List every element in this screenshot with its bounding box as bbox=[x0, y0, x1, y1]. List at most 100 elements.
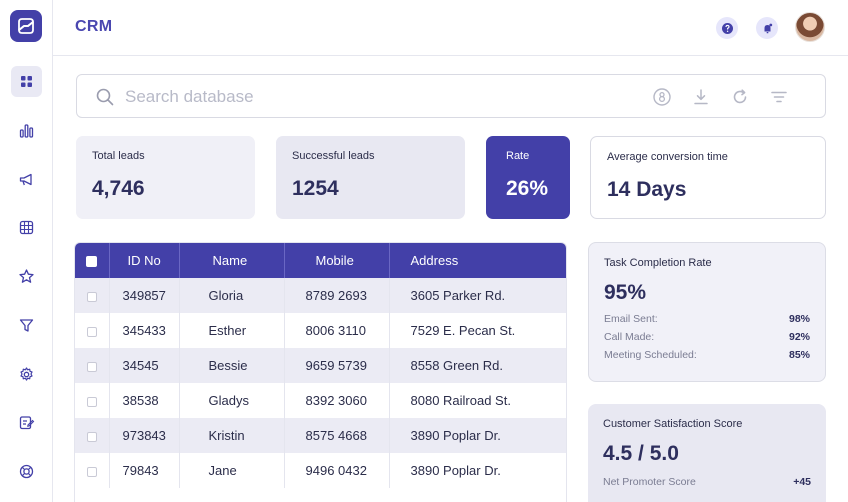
refresh-button[interactable] bbox=[730, 87, 750, 107]
stat-label: Total leads bbox=[92, 150, 145, 162]
metric-value: +45 bbox=[793, 476, 811, 488]
stat-label: Rate bbox=[506, 150, 530, 162]
cell-id: 79843 bbox=[109, 453, 180, 488]
metric-row: Meeting Scheduled: 85% bbox=[604, 349, 810, 361]
row-select-cell bbox=[75, 348, 110, 383]
row-select-cell bbox=[75, 453, 110, 488]
table-row[interactable]: 345433 Esther 8006 3110 7529 E. Pecan St… bbox=[75, 313, 566, 348]
stat-card-total-leads: Total leads 4,746 bbox=[76, 136, 255, 219]
table-row[interactable]: 349857 Gloria 8789 2693 3605 Parker Rd. bbox=[75, 278, 566, 313]
leads-table: ID No Name Mobile Address 349857 Gloria … bbox=[74, 242, 567, 502]
table-row[interactable]: 34545 Bessie 9659 5739 8558 Green Rd. bbox=[75, 348, 566, 383]
metric-value: 85% bbox=[788, 349, 810, 361]
table-grid-icon bbox=[19, 220, 34, 235]
sidebar-item-settings[interactable] bbox=[11, 359, 42, 390]
download-icon bbox=[694, 89, 708, 105]
table-row[interactable]: 79843 Jane 9496 0432 3890 Poplar Dr. bbox=[75, 453, 566, 488]
cell-name: Jane bbox=[179, 453, 285, 488]
cell-address: 3890 Poplar Dr. bbox=[389, 418, 566, 453]
cell-mobile: 8575 4668 bbox=[284, 418, 390, 453]
cell-name: Gloria bbox=[179, 278, 285, 313]
search-input[interactable] bbox=[125, 83, 585, 111]
metric-row: Net Promoter Score +45 bbox=[603, 476, 811, 488]
cell-id: 973843 bbox=[109, 418, 180, 453]
row-checkbox[interactable] bbox=[86, 396, 97, 407]
column-header-id[interactable]: ID No bbox=[109, 243, 180, 278]
row-select-cell bbox=[75, 418, 110, 453]
cell-mobile: 9496 0432 bbox=[284, 453, 390, 488]
row-checkbox[interactable] bbox=[86, 431, 97, 442]
eight-ball-icon bbox=[653, 88, 671, 106]
row-checkbox[interactable] bbox=[86, 291, 97, 302]
stat-label: Average conversion time bbox=[607, 151, 728, 163]
page-title: CRM bbox=[75, 18, 113, 35]
star-icon bbox=[19, 269, 34, 283]
cell-address: 3890 Poplar Dr. bbox=[389, 453, 566, 488]
metric-value: 92% bbox=[788, 331, 810, 343]
stat-value: 4,746 bbox=[92, 177, 145, 200]
cell-address: 7529 E. Pecan St. bbox=[389, 313, 566, 348]
row-checkbox[interactable] bbox=[86, 466, 97, 477]
cell-address: 8080 Railroad St. bbox=[389, 383, 566, 418]
cell-address: 8558 Green Rd. bbox=[389, 348, 566, 383]
cell-id: 345433 bbox=[109, 313, 180, 348]
sidebar-item-tables[interactable] bbox=[11, 212, 42, 243]
cell-name: Gladys bbox=[179, 383, 285, 418]
search-icon bbox=[96, 88, 114, 106]
cell-mobile: 9659 5739 bbox=[284, 348, 390, 383]
avatar[interactable] bbox=[795, 12, 825, 42]
bell-icon bbox=[764, 23, 772, 33]
row-checkbox[interactable] bbox=[86, 326, 97, 337]
panel-value: 95% bbox=[604, 281, 647, 304]
select-all-cell bbox=[75, 243, 110, 278]
app-logo[interactable] bbox=[10, 10, 42, 42]
lifebuoy-icon bbox=[19, 464, 34, 479]
table-row[interactable]: 973843 Kristin 8575 4668 3890 Poplar Dr. bbox=[75, 418, 566, 453]
table-header-row: ID No Name Mobile Address bbox=[75, 243, 566, 278]
stat-value: 1254 bbox=[292, 177, 339, 200]
column-header-mobile[interactable]: Mobile bbox=[284, 243, 390, 278]
sidebar-item-analytics[interactable] bbox=[11, 115, 42, 146]
sidebar-item-notes[interactable] bbox=[11, 407, 42, 438]
panel-title: Task Completion Rate bbox=[604, 257, 712, 269]
sidebar-item-filters[interactable] bbox=[11, 310, 42, 341]
column-header-address[interactable]: Address bbox=[389, 243, 566, 278]
logo-icon bbox=[18, 18, 34, 34]
cell-name: Bessie bbox=[179, 348, 285, 383]
cell-mobile: 8392 3060 bbox=[284, 383, 390, 418]
row-select-cell bbox=[75, 313, 110, 348]
column-header-name[interactable]: Name bbox=[179, 243, 285, 278]
row-checkbox[interactable] bbox=[86, 361, 97, 372]
sidebar-item-campaigns[interactable] bbox=[11, 164, 42, 195]
panel-value: 4.5 / 5.0 bbox=[603, 442, 679, 465]
metric-row: Email Sent: 98% bbox=[604, 313, 810, 325]
help-button[interactable] bbox=[716, 17, 738, 39]
metric-value: 98% bbox=[788, 313, 810, 325]
sort-filter-button[interactable] bbox=[769, 87, 789, 107]
customer-satisfaction-panel: Customer Satisfaction Score 4.5 / 5.0 Ne… bbox=[588, 404, 826, 502]
megaphone-icon bbox=[19, 173, 32, 186]
sidebar-item-support[interactable] bbox=[11, 456, 42, 487]
metric-label: Meeting Scheduled: bbox=[604, 349, 697, 361]
sidebar-item-favorites[interactable] bbox=[11, 261, 42, 292]
metric-row: Call Made: 92% bbox=[604, 331, 810, 343]
stat-card-rate: Rate 26% bbox=[486, 136, 570, 219]
top-header: CRM bbox=[53, 0, 848, 56]
grid-icon bbox=[21, 76, 32, 87]
cell-name: Esther bbox=[179, 313, 285, 348]
sidebar-item-dashboard[interactable] bbox=[11, 66, 42, 97]
cell-id: 349857 bbox=[109, 278, 180, 313]
notification-button[interactable] bbox=[756, 17, 778, 39]
metric-label: Net Promoter Score bbox=[603, 476, 696, 488]
sidebar bbox=[0, 0, 53, 502]
cell-id: 34545 bbox=[109, 348, 180, 383]
eight-ball-button[interactable] bbox=[652, 87, 672, 107]
stat-value: 14 Days bbox=[607, 178, 687, 201]
download-button[interactable] bbox=[691, 87, 711, 107]
cell-mobile: 8006 3110 bbox=[284, 313, 390, 348]
table-row[interactable]: 38538 Gladys 8392 3060 8080 Railroad St. bbox=[75, 383, 566, 418]
cell-name: Kristin bbox=[179, 418, 285, 453]
stat-card-successful-leads: Successful leads 1254 bbox=[276, 136, 465, 219]
select-all-checkbox[interactable] bbox=[86, 256, 98, 268]
metric-label: Call Made: bbox=[604, 331, 655, 343]
